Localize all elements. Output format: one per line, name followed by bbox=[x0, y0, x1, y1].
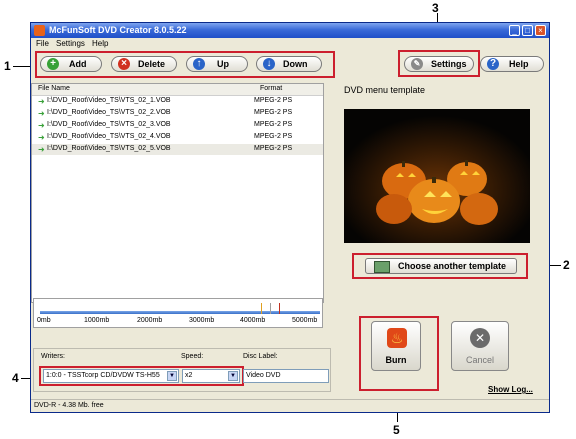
capacity-marker bbox=[261, 303, 262, 314]
tick-label: 1000mb bbox=[84, 317, 110, 324]
show-log-link[interactable]: Show Log... bbox=[488, 385, 533, 394]
menu-file[interactable]: File bbox=[36, 39, 49, 48]
template-heading: DVD menu template bbox=[344, 85, 426, 95]
close-icon[interactable]: × bbox=[535, 25, 546, 36]
play-arrow-icon: ➜ bbox=[38, 145, 45, 154]
maximize-icon[interactable]: □ bbox=[522, 25, 533, 36]
speed-select[interactable]: x2 ▼ bbox=[182, 369, 240, 383]
arrow-up-icon: ↑ bbox=[193, 58, 205, 70]
wrench-icon: ✎ bbox=[411, 58, 423, 70]
play-arrow-icon: ➜ bbox=[38, 97, 45, 106]
settings-button[interactable]: ✎ Settings bbox=[404, 56, 474, 72]
writer-select[interactable]: 1:0:0 - TSSTcorp CD/DVDW TS-H55 ▼ bbox=[43, 369, 179, 383]
callout-4: 4 bbox=[12, 371, 19, 385]
writers-label: Writers: bbox=[41, 353, 65, 360]
capacity-marker bbox=[270, 303, 271, 314]
callout-5: 5 bbox=[393, 423, 400, 437]
app-window: McFunSoft DVD Creator 8.0.5.22 _ □ × Fil… bbox=[30, 22, 550, 413]
help-icon: ? bbox=[487, 58, 499, 70]
table-row-selected[interactable]: ➜ I:\DVD_Root\Video_TS\VTS_02_5.VOB MPEG… bbox=[32, 144, 323, 155]
delete-button[interactable]: × Delete bbox=[111, 56, 177, 72]
status-bar: DVD-R - 4.38 Mb. free bbox=[31, 399, 549, 413]
add-button[interactable]: + Add bbox=[40, 56, 102, 72]
size-track bbox=[40, 311, 320, 314]
window-title: McFunSoft DVD Creator 8.0.5.22 bbox=[49, 25, 187, 35]
table-row[interactable]: ➜ I:\DVD_Root\Video_TS\VTS_02_4.VOB MPEG… bbox=[32, 132, 323, 143]
tick-label: 0mb bbox=[37, 317, 51, 324]
status-text: DVD-R - 4.38 Mb. free bbox=[34, 402, 104, 409]
help-button[interactable]: ? Help bbox=[480, 56, 544, 72]
tick-label: 3000mb bbox=[189, 317, 215, 324]
callout-2: 2 bbox=[563, 258, 570, 272]
disc-label-input[interactable]: Video DVD bbox=[243, 369, 329, 383]
callout-1: 1 bbox=[4, 59, 11, 73]
disc-size-scale: 0mb 1000mb 2000mb 3000mb 4000mb 5000mb bbox=[33, 298, 323, 328]
chevron-down-icon[interactable]: ▼ bbox=[228, 371, 238, 381]
column-file-name[interactable]: File Name bbox=[38, 85, 70, 92]
table-row[interactable]: ➜ I:\DVD_Root\Video_TS\VTS_02_3.VOB MPEG… bbox=[32, 120, 323, 131]
app-logo-icon bbox=[34, 25, 45, 36]
add-icon: + bbox=[47, 58, 59, 70]
play-arrow-icon: ➜ bbox=[38, 109, 45, 118]
template-preview[interactable] bbox=[344, 109, 530, 243]
menu-settings[interactable]: Settings bbox=[56, 39, 85, 48]
chevron-down-icon[interactable]: ▼ bbox=[167, 371, 177, 381]
play-arrow-icon: ➜ bbox=[38, 133, 45, 142]
column-format[interactable]: Format bbox=[260, 85, 282, 92]
menu-help[interactable]: Help bbox=[92, 39, 108, 48]
disc-label-label: Disc Label: bbox=[243, 353, 278, 360]
tick-label: 4000mb bbox=[240, 317, 266, 324]
title-bar: McFunSoft DVD Creator 8.0.5.22 _ □ × bbox=[31, 23, 549, 38]
choose-template-button[interactable]: Choose another template bbox=[365, 258, 517, 274]
delete-icon: × bbox=[118, 58, 130, 70]
burn-button[interactable]: ♨ Burn bbox=[371, 321, 421, 371]
cancel-x-icon: ✕ bbox=[470, 328, 490, 348]
up-button[interactable]: ↑ Up bbox=[186, 56, 248, 72]
file-list[interactable]: File Name Format ➜ I:\DVD_Root\Video_TS\… bbox=[31, 83, 324, 303]
cancel-button[interactable]: ✕ Cancel bbox=[451, 321, 509, 371]
tick-label: 2000mb bbox=[137, 317, 163, 324]
down-button[interactable]: ↓ Down bbox=[256, 56, 322, 72]
pumpkins-image bbox=[344, 109, 530, 243]
capacity-marker bbox=[279, 303, 280, 314]
flame-icon: ♨ bbox=[387, 328, 407, 348]
file-list-header: File Name Format bbox=[32, 84, 323, 96]
table-row[interactable]: ➜ I:\DVD_Root\Video_TS\VTS_02_2.VOB MPEG… bbox=[32, 108, 323, 119]
arrow-down-icon: ↓ bbox=[263, 58, 275, 70]
tick-label: 5000mb bbox=[292, 317, 318, 324]
minimize-icon[interactable]: _ bbox=[509, 25, 520, 36]
speed-label: Speed: bbox=[181, 353, 204, 360]
image-icon bbox=[374, 261, 390, 273]
menu-bar: File Settings Help bbox=[31, 38, 549, 50]
table-row[interactable]: ➜ I:\DVD_Root\Video_TS\VTS_02_1.VOB MPEG… bbox=[32, 96, 323, 107]
play-arrow-icon: ➜ bbox=[38, 121, 45, 130]
